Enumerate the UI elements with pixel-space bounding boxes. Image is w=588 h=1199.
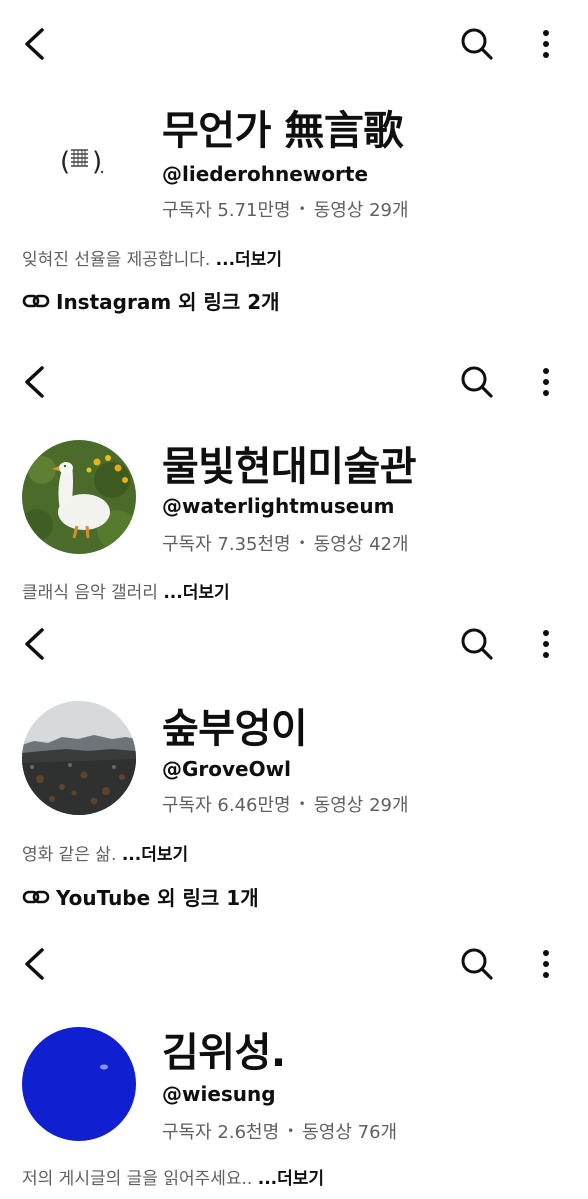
- back-arrow-icon: [25, 28, 44, 60]
- search-icon: [461, 628, 493, 660]
- channel-title: 물빛현대미술관: [162, 444, 417, 490]
- video-count: 동영상 76개: [302, 1122, 398, 1143]
- svg-text:): ): [92, 147, 102, 177]
- top-app-bar: [0, 14, 588, 74]
- channel-handle: @liederohneworte: [162, 162, 369, 186]
- back-arrow-icon: [25, 948, 44, 980]
- blue-circle-image: [22, 1027, 136, 1141]
- search-button[interactable]: [455, 14, 499, 74]
- channel-handle: @wiesung: [162, 1082, 276, 1106]
- video-count: 동영상 42개: [313, 534, 409, 555]
- channel-description[interactable]: 저의 게시글의 글을 읽어주세요.. ...더보기: [22, 1164, 324, 1189]
- channel-handle: @waterlightmuseum: [162, 494, 395, 518]
- description-text: 저의 게시글의 글을 읽어주세요..: [22, 1169, 253, 1189]
- channel-avatar[interactable]: [22, 440, 136, 554]
- more-options-button[interactable]: [528, 352, 564, 412]
- more-vert-icon: [543, 950, 549, 978]
- more-options-button[interactable]: [528, 614, 564, 674]
- back-arrow-icon: [25, 628, 44, 660]
- links-label: Instagram 외 링크 2개: [56, 290, 280, 314]
- video-count: 동영상 29개: [313, 200, 409, 221]
- channel-stats: 구독자 7.35천명 • 동영상 42개: [162, 530, 409, 556]
- forest-landscape-image: [22, 701, 136, 815]
- separator-dot: •: [298, 536, 306, 550]
- video-count: 동영상 29개: [313, 795, 409, 816]
- search-button[interactable]: [455, 352, 499, 412]
- subscriber-count: 구독자 7.35천명: [162, 534, 291, 555]
- search-button[interactable]: [455, 934, 499, 994]
- description-text: 잊혀진 선율을 제공합니다.: [22, 250, 211, 270]
- channel-avatar[interactable]: ( ): [22, 102, 136, 216]
- channel-links[interactable]: Instagram 외 링크 2개: [22, 286, 280, 315]
- svg-text:(: (: [60, 147, 70, 177]
- link-icon: [22, 294, 50, 307]
- links-label: YouTube 외 링크 1개: [56, 886, 259, 910]
- search-icon: [461, 366, 493, 398]
- description-text: 영화 같은 삶.: [22, 845, 117, 865]
- more-options-button[interactable]: [528, 934, 564, 994]
- channel-avatar[interactable]: [22, 701, 136, 815]
- search-icon: [461, 948, 493, 980]
- back-button[interactable]: [14, 614, 54, 674]
- channel-description[interactable]: 영화 같은 삶. ...더보기: [22, 840, 188, 865]
- top-app-bar: [0, 614, 588, 674]
- subscriber-count: 구독자 2.6천명: [162, 1122, 280, 1143]
- channel-description[interactable]: 잊혀진 선율을 제공합니다. ...더보기: [22, 245, 282, 270]
- more-vert-icon: [543, 30, 549, 58]
- more-link[interactable]: ...더보기: [122, 845, 188, 865]
- goose-photo-image: [22, 440, 136, 554]
- more-vert-icon: [543, 630, 549, 658]
- description-text: 클래식 음악 갤러리: [22, 583, 158, 603]
- channel-description[interactable]: 클래식 음악 갤러리 ...더보기: [22, 578, 230, 603]
- search-icon: [461, 28, 493, 60]
- subscriber-count: 구독자 6.46만명: [162, 795, 291, 816]
- channel-title: 김위성.: [162, 1030, 286, 1076]
- channel-title: 무언가 無言歌: [162, 108, 403, 154]
- back-button[interactable]: [14, 352, 54, 412]
- channel-title: 숲부엉이: [162, 706, 308, 752]
- channel-stats: 구독자 6.46만명 • 동영상 29개: [162, 791, 409, 817]
- link-icon: [22, 890, 50, 903]
- top-app-bar: [0, 352, 588, 412]
- more-link[interactable]: ...더보기: [163, 583, 229, 603]
- back-button[interactable]: [14, 14, 54, 74]
- channel-logo-image: ( ): [60, 147, 104, 177]
- search-button[interactable]: [455, 614, 499, 674]
- back-arrow-icon: [25, 366, 44, 398]
- separator-dot: •: [287, 1124, 295, 1138]
- more-link[interactable]: ...더보기: [216, 250, 282, 270]
- top-app-bar: [0, 934, 588, 994]
- channel-stats: 구독자 2.6천명 • 동영상 76개: [162, 1118, 397, 1144]
- separator-dot: •: [298, 797, 306, 811]
- subscriber-count: 구독자 5.71만명: [162, 200, 291, 221]
- channel-stats: 구독자 5.71만명 • 동영상 29개: [162, 196, 409, 222]
- separator-dot: •: [298, 202, 306, 216]
- channel-handle: @GroveOwl: [162, 757, 291, 781]
- channel-links[interactable]: YouTube 외 링크 1개: [22, 882, 259, 911]
- more-options-button[interactable]: [528, 14, 564, 74]
- back-button[interactable]: [14, 934, 54, 994]
- more-link[interactable]: ...더보기: [258, 1169, 324, 1189]
- more-vert-icon: [543, 368, 549, 396]
- channel-avatar[interactable]: [22, 1027, 136, 1141]
